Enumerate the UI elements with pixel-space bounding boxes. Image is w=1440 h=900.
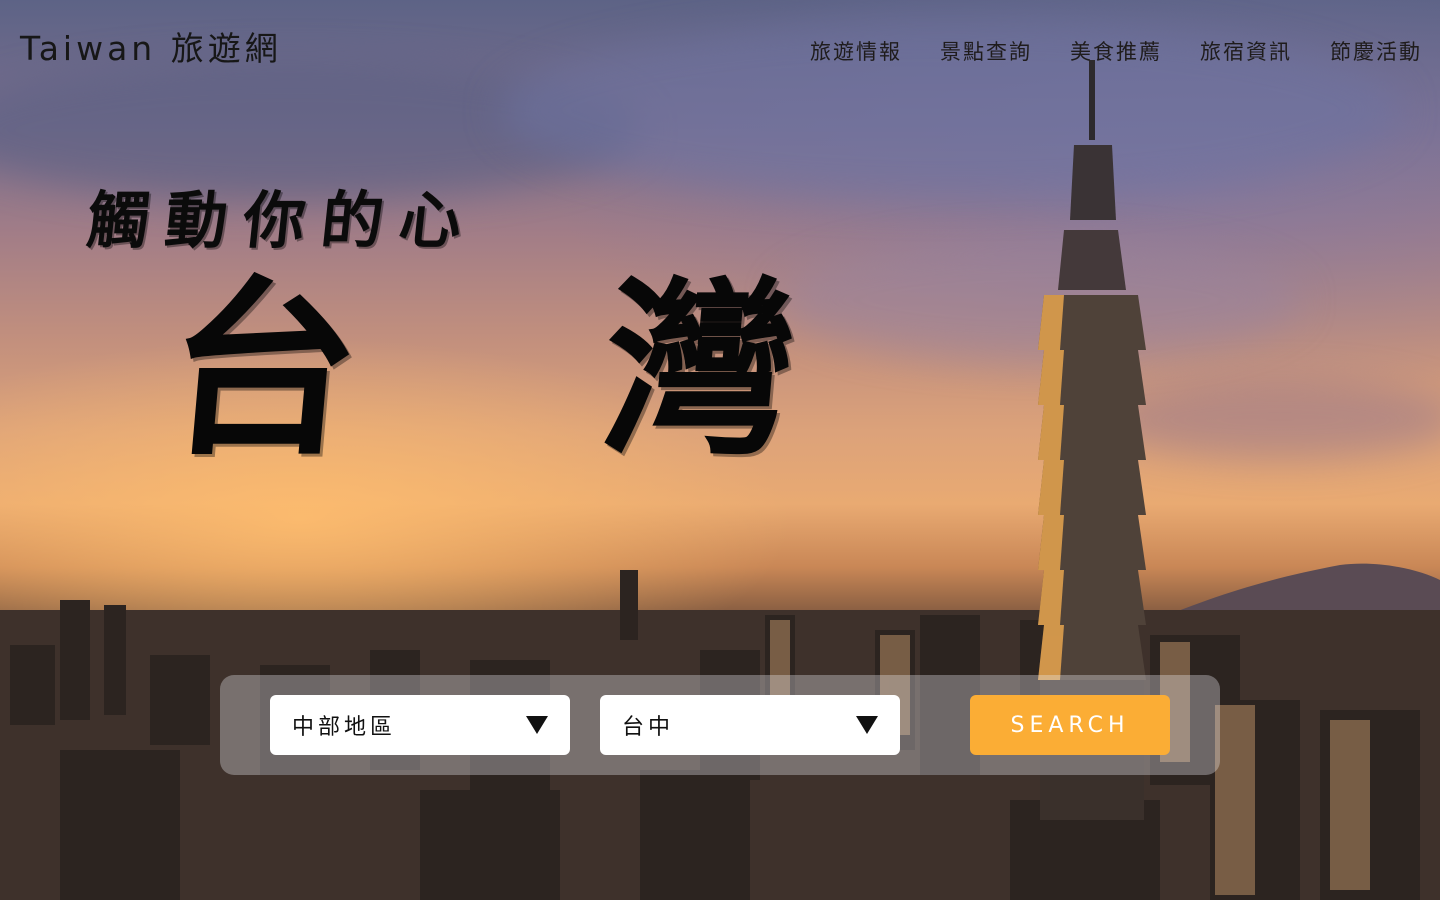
region-select[interactable]: 中部地區	[270, 695, 570, 755]
search-panel: 中部地區 台中 SEARCH	[220, 675, 1220, 775]
city-select-value: 台中	[622, 715, 675, 740]
site-logo[interactable]: Taiwan 旅遊網	[20, 22, 282, 70]
main-nav: 旅遊情報 景點查詢 美食推薦 旅宿資訊 節慶活動	[810, 36, 1422, 66]
city-select[interactable]: 台中	[600, 695, 900, 755]
region-select-value: 中部地區	[292, 715, 397, 740]
search-button[interactable]: SEARCH	[970, 695, 1170, 755]
hero-title: 台 灣	[158, 258, 894, 481]
nav-festivals[interactable]: 節慶活動	[1330, 36, 1422, 66]
caret-down-icon	[856, 716, 878, 734]
nav-attractions[interactable]: 景點查詢	[940, 36, 1032, 66]
nav-lodging[interactable]: 旅宿資訊	[1200, 36, 1292, 66]
caret-down-icon	[526, 716, 548, 734]
nav-food[interactable]: 美食推薦	[1070, 36, 1162, 66]
nav-travel-info[interactable]: 旅遊情報	[810, 36, 902, 66]
hero-tagline: 觸動你的心	[83, 184, 482, 257]
